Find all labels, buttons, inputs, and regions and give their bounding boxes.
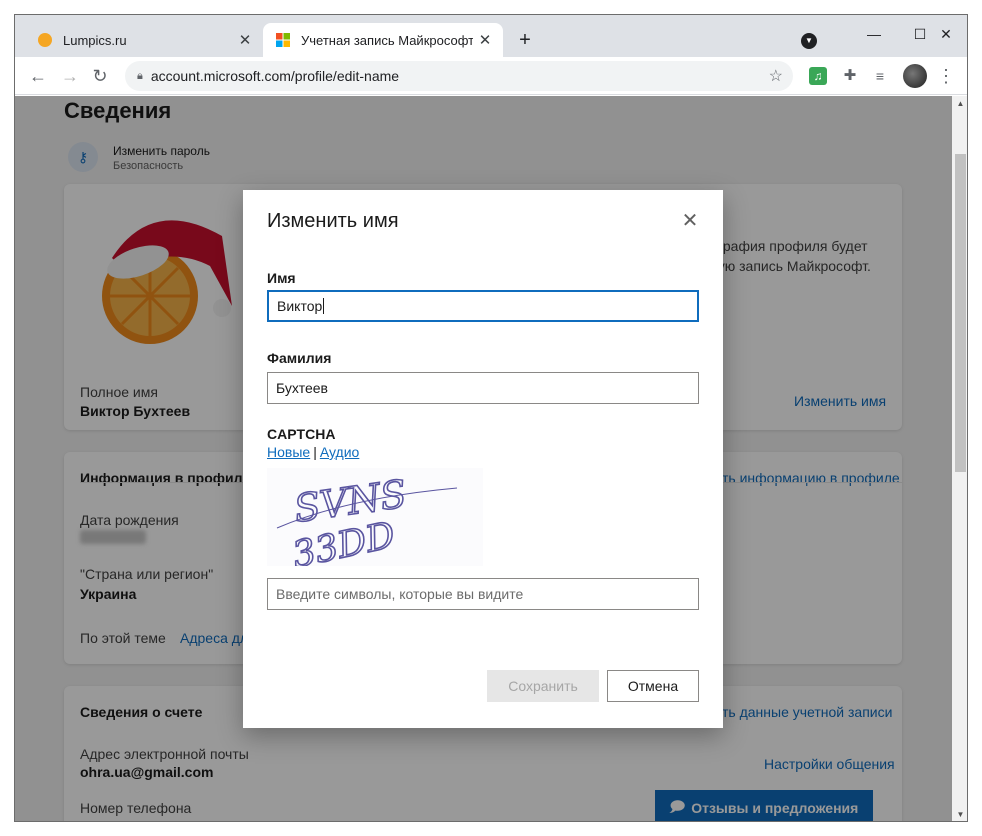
scroll-up-icon[interactable]: ▲ [952,99,967,108]
scroll-down-icon[interactable]: ▼ [952,810,967,819]
tab-microsoft-account[interactable]: Учетная запись Майкрософт | Уч ✕ [263,23,503,57]
last-name-input[interactable]: Бухтеев [267,372,699,404]
tab-strip: Lumpics.ru ✕ Учетная запись Майкрософт |… [15,15,967,57]
forward-button[interactable]: → [59,65,81,87]
media-control-icon[interactable]: ≡ [871,67,889,85]
captcha-audio-link[interactable]: Аудио [320,444,360,460]
lock-icon: 🔒︎ [137,69,143,82]
extensions-puzzle-icon[interactable]: ✚ [841,67,859,85]
captcha-placeholder: Введите символы, которые вы видите [276,586,524,602]
captcha-links: Новые | Аудио [267,444,360,460]
cancel-button[interactable]: Отмена [607,670,699,702]
minimize-button[interactable]: — [851,23,897,47]
microsoft-favicon-icon [276,33,290,47]
captcha-input[interactable]: Введите символы, которые вы видите [267,578,699,610]
captcha-label: CAPTCHA [267,426,336,442]
profile-avatar[interactable] [903,64,927,88]
page-content: Сведения ⚷ Изменить пароль Безопасность … [15,96,952,821]
browser-toolbar: ← → ↻ 🔒︎ account.microsoft.com/profile/e… [15,57,967,95]
menu-kebab-icon[interactable]: ⋮ [937,65,955,87]
scrollbar-thumb[interactable] [955,154,966,472]
reload-button[interactable]: ↻ [89,65,111,87]
lumpics-favicon-icon [38,33,52,47]
first-name-input[interactable]: Виктор [267,290,699,322]
first-name-label: Имя [267,270,296,286]
last-name-value: Бухтеев [276,380,328,396]
browser-window: Lumpics.ru ✕ Учетная запись Майкрософт |… [14,14,968,822]
bookmark-star-icon[interactable]: ☆ [769,66,783,86]
tab-search-icon[interactable]: ▼ [801,33,817,49]
captcha-image: SVNS 33DD [267,468,483,577]
address-bar[interactable]: 🔒︎ account.microsoft.com/profile/edit-na… [125,61,793,91]
save-button[interactable]: Сохранить [487,670,599,702]
tab-close-icon[interactable]: ✕ [233,31,257,49]
vertical-scrollbar[interactable]: ▲ ▼ [952,96,967,821]
text-caret [323,298,325,314]
edit-name-dialog: Изменить имя ✕ Имя Виктор Фамилия Бухтее… [243,190,723,728]
new-tab-button[interactable]: + [513,29,537,51]
tab-lumpics[interactable]: Lumpics.ru ✕ [23,23,263,57]
close-window-button[interactable]: ✕ [923,23,967,47]
captcha-new-link[interactable]: Новые [267,444,310,460]
tab-title: Учетная запись Майкрософт | Уч [301,32,473,48]
last-name-label: Фамилия [267,350,332,366]
dialog-title: Изменить имя [267,210,399,232]
music-extension-icon[interactable]: ♫ [809,67,827,85]
tab-title: Lumpics.ru [63,32,127,48]
first-name-value: Виктор [277,298,323,314]
back-button[interactable]: ← [27,65,49,87]
url-text: account.microsoft.com/profile/edit-name [150,68,400,84]
tab-close-icon[interactable]: ✕ [473,31,497,49]
dialog-close-icon[interactable]: ✕ [679,210,701,232]
